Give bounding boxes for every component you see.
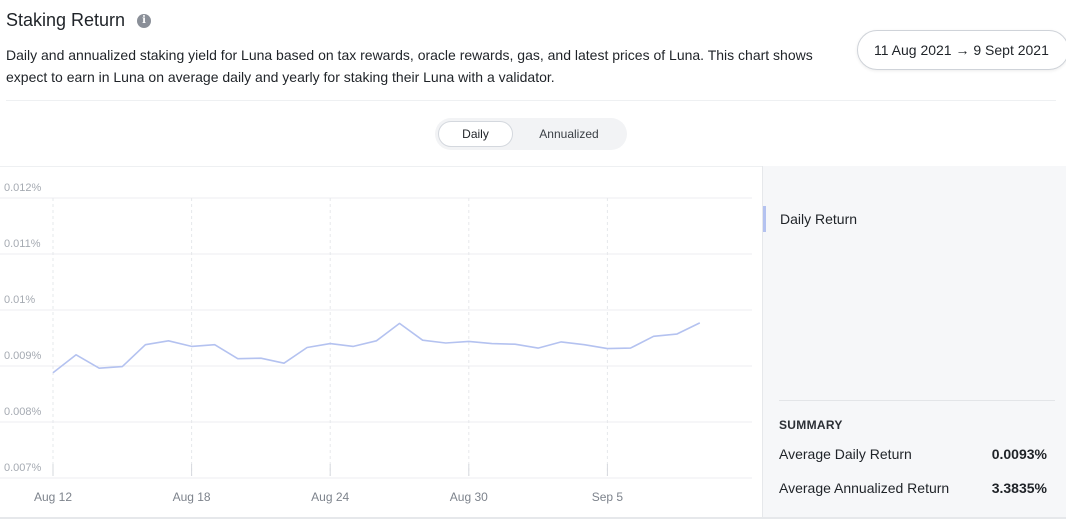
legend-swatch	[763, 206, 766, 232]
summary-value: 3.3835%	[991, 480, 1047, 496]
y-tick-label: 0.008%	[4, 406, 42, 418]
summary-value: 0.0093%	[991, 446, 1047, 462]
summary-row-annualized: Average Annualized Return 3.3835%	[779, 480, 1047, 496]
header-divider	[6, 100, 1056, 101]
y-tick-label: 0.01%	[4, 294, 35, 306]
x-tick-label: Aug 12	[34, 490, 72, 504]
view-toggle: Daily Annualized	[435, 118, 627, 150]
summary-divider	[779, 400, 1055, 401]
x-tick-label: Aug 24	[311, 490, 349, 504]
summary-row-daily: Average Daily Return 0.0093%	[779, 446, 1047, 462]
series-line-daily-return	[52, 322, 701, 374]
y-tick-label: 0.011%	[4, 238, 41, 250]
toggle-annualized-button[interactable]: Annualized	[519, 121, 619, 147]
legend-item-daily-return[interactable]: Daily Return	[763, 206, 857, 232]
title-row: Staking Return i	[6, 10, 152, 31]
x-tick-label: Aug 30	[450, 490, 488, 504]
line-chart: 0.012% 0.011% 0.01% 0.009% 0.008% 0.007% Aug 1…	[0, 182, 752, 504]
summary-title: SUMMARY	[779, 418, 843, 432]
x-tick-label: Sep 5	[592, 490, 624, 504]
y-tick-label: 0.012%	[4, 182, 42, 194]
y-tick-label: 0.009%	[4, 350, 42, 362]
info-icon[interactable]: i	[137, 13, 152, 28]
x-tick-label: Aug 18	[173, 490, 211, 504]
y-tick-label: 0.007%	[4, 462, 42, 474]
summary-label: Average Annualized Return	[779, 480, 950, 496]
page-title: Staking Return	[6, 10, 126, 30]
toggle-daily-button[interactable]: Daily	[438, 121, 513, 147]
chart-panel: 0.012% 0.011% 0.01% 0.009% 0.008% 0.007% Aug 1…	[0, 166, 762, 518]
side-panel: Daily Return SUMMARY Average Daily Retur…	[762, 166, 1066, 518]
legend-label: Daily Return	[780, 211, 858, 227]
summary-label: Average Daily Return	[779, 446, 912, 462]
bottom-border	[0, 517, 1066, 519]
date-range-button[interactable]: 11 Aug 2021 → 9 Sept 2021	[857, 30, 1066, 70]
